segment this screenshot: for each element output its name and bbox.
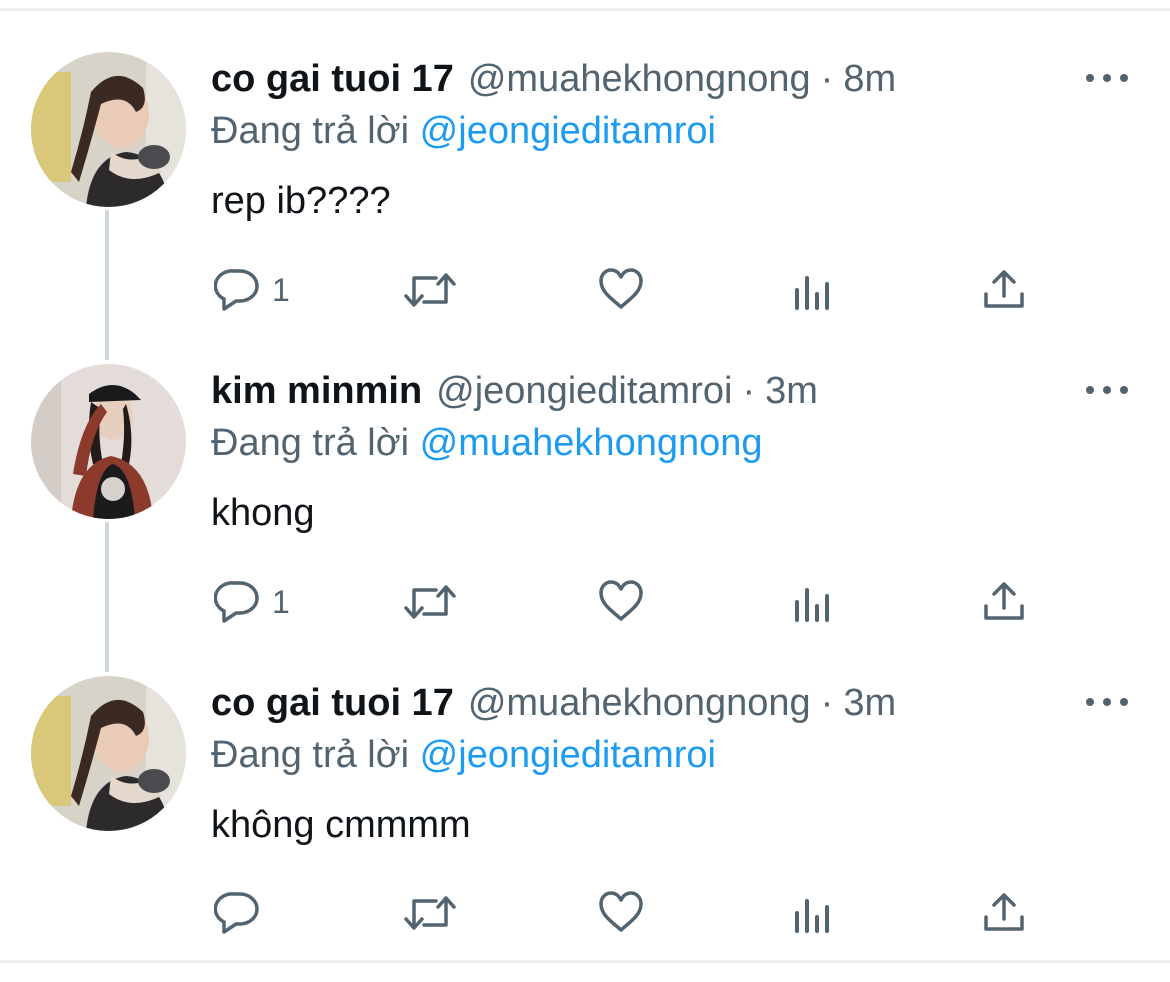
- tweet-text: khong: [211, 492, 315, 534]
- like-button[interactable]: [598, 580, 644, 622]
- top-divider: [0, 8, 1170, 11]
- separator-dot: ·: [820, 681, 834, 724]
- display-name[interactable]: co gai tuoi 17: [211, 58, 454, 101]
- retweet-button[interactable]: [402, 582, 458, 622]
- heart-icon: [599, 268, 643, 309]
- views-button[interactable]: [793, 272, 833, 310]
- analytics-icon: [795, 588, 829, 622]
- reply-button[interactable]: 1: [214, 580, 290, 624]
- retweet-button[interactable]: [402, 270, 458, 310]
- avatar[interactable]: [31, 676, 186, 831]
- reply-prefix: Đang trả lời: [211, 110, 410, 152]
- share-button[interactable]: [982, 580, 1026, 622]
- reply-mention[interactable]: @jeongieditamroi: [420, 734, 716, 776]
- thread-line: [105, 210, 109, 360]
- reply-icon: [214, 269, 259, 311]
- reply-button[interactable]: [214, 891, 272, 935]
- display-name[interactable]: kim minmin: [211, 370, 422, 413]
- share-icon: [984, 893, 1024, 931]
- reply-prefix: Đang trả lời: [211, 422, 410, 464]
- separator-dot: ·: [742, 369, 756, 412]
- user-handle[interactable]: @jeongieditamroi: [436, 370, 732, 413]
- retweet-button[interactable]: [402, 893, 458, 933]
- replying-to: Đang trả lời @jeongieditamroi: [211, 734, 716, 777]
- timestamp[interactable]: 3m: [765, 370, 818, 413]
- heart-icon: [599, 580, 643, 621]
- share-icon: [984, 270, 1024, 308]
- share-button[interactable]: [982, 891, 1026, 933]
- avatar[interactable]: [31, 52, 186, 207]
- display-name[interactable]: co gai tuoi 17: [211, 682, 454, 725]
- timestamp[interactable]: 3m: [843, 682, 896, 725]
- retweet-icon: [404, 273, 456, 307]
- bottom-divider: [0, 960, 1170, 963]
- more-icon[interactable]: [1086, 380, 1128, 400]
- reply-count: 1: [272, 271, 290, 308]
- replying-to: Đang trả lời @jeongieditamroi: [211, 110, 716, 153]
- reply-mention[interactable]: @jeongieditamroi: [420, 110, 716, 152]
- retweet-icon: [404, 896, 456, 930]
- reply-icon: [214, 892, 259, 934]
- tweet-text: không cmmmm: [211, 804, 471, 846]
- reply-count: 1: [272, 583, 290, 620]
- retweet-icon: [404, 585, 456, 619]
- views-button[interactable]: [793, 895, 833, 933]
- like-button[interactable]: [598, 268, 644, 310]
- reply-icon: [214, 581, 259, 623]
- analytics-icon: [795, 899, 829, 933]
- heart-icon: [599, 891, 643, 932]
- analytics-icon: [795, 276, 829, 310]
- like-button[interactable]: [598, 891, 644, 933]
- tweet-header: co gai tuoi 17 @muahekhongnong · 3m: [211, 678, 896, 728]
- share-button[interactable]: [982, 268, 1026, 310]
- user-handle[interactable]: @muahekhongnong: [468, 58, 811, 101]
- replying-to: Đang trả lời @muahekhongnong: [211, 422, 763, 465]
- tweet-header: co gai tuoi 17 @muahekhongnong · 8m: [211, 54, 896, 104]
- share-icon: [984, 582, 1024, 620]
- tweet-text: rep ib????: [211, 180, 391, 222]
- timestamp[interactable]: 8m: [843, 58, 896, 101]
- tweet-header: kim minmin @jeongieditamroi · 3m: [211, 366, 818, 416]
- user-handle[interactable]: @muahekhongnong: [468, 682, 811, 725]
- reply-mention[interactable]: @muahekhongnong: [420, 422, 763, 464]
- more-icon[interactable]: [1086, 692, 1128, 712]
- reply-prefix: Đang trả lời: [211, 734, 410, 776]
- avatar[interactable]: [31, 364, 186, 519]
- reply-button[interactable]: 1: [214, 268, 290, 312]
- views-button[interactable]: [793, 584, 833, 622]
- more-icon[interactable]: [1086, 68, 1128, 88]
- separator-dot: ·: [820, 57, 834, 100]
- thread-line: [105, 522, 109, 672]
